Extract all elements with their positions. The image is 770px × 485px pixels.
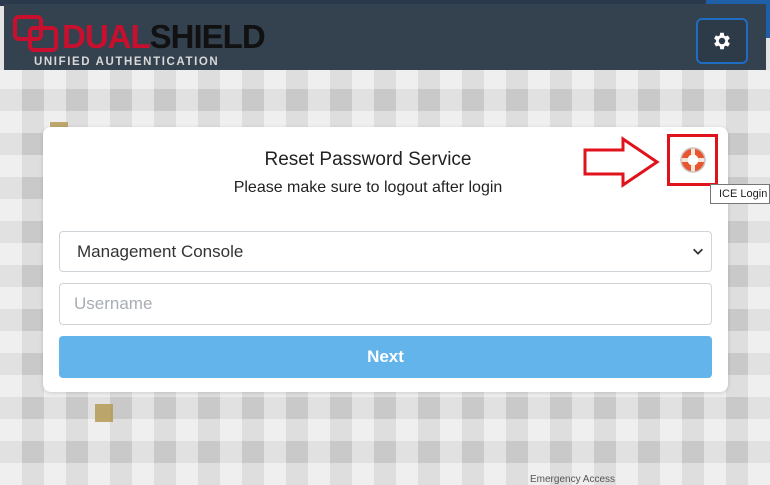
next-button[interactable]: Next (59, 336, 712, 378)
background-tile (95, 404, 113, 422)
gear-icon (714, 32, 730, 50)
logo-tagline: UNIFIED AUTHENTICATION (34, 56, 220, 68)
dualshield-logo: DUALSHIELD UNIFIED AUTHENTICATION (12, 12, 266, 68)
ice-login-tooltip: ICE Login (710, 184, 770, 204)
application-select[interactable]: Management Console (59, 231, 712, 272)
logo-wordmark: DUALSHIELD (62, 18, 266, 55)
lifebuoy-icon[interactable] (678, 145, 708, 175)
username-input[interactable] (59, 283, 712, 325)
app-header: DUALSHIELD UNIFIED AUTHENTICATION (4, 4, 766, 70)
logo-mark-icon (13, 15, 58, 52)
settings-button[interactable] (696, 18, 748, 64)
chevron-down-icon (693, 248, 703, 255)
background-footer-text: Emergency Access (530, 474, 616, 485)
logo-word-shield: SHIELD (149, 18, 266, 55)
application-select-value: Management Console (77, 241, 244, 261)
logo-word-dual: DUAL (62, 18, 151, 55)
annotation-arrow-icon (583, 136, 660, 188)
